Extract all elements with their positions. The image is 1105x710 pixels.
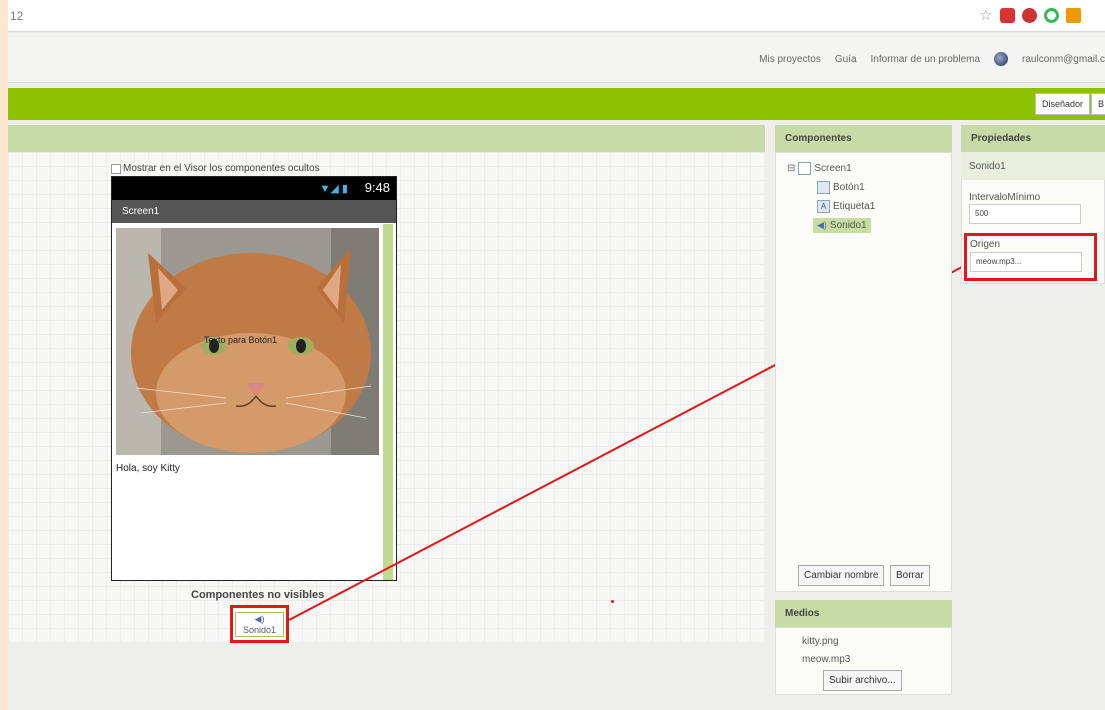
tree-item-screen1[interactable]: ⊟ Screen1 xyxy=(787,162,852,175)
media-file-kitty[interactable]: kitty.png xyxy=(802,636,839,647)
components-header: Componentes xyxy=(775,125,952,152)
screen-icon xyxy=(798,162,812,175)
tree-item-label: Botón1 xyxy=(833,182,865,193)
min-interval-input[interactable]: 500 xyxy=(969,204,1081,224)
button-icon xyxy=(817,181,830,194)
min-interval-label: IntervaloMínimo xyxy=(969,192,1041,203)
speaker-icon: ◀) xyxy=(817,220,827,230)
media-file-meow[interactable]: meow.mp3 xyxy=(802,654,850,665)
collapse-icon[interactable]: ⊟ xyxy=(787,163,795,174)
tree-item-label1[interactable]: A Etiqueta1 xyxy=(817,200,875,213)
tree-item-sound1[interactable]: ◀) Sonido1 xyxy=(813,218,871,233)
rename-button[interactable]: Cambiar nombre xyxy=(798,565,885,586)
app-window: 12 ☆ Mis proyectos Guía Informar de un p… xyxy=(8,0,1105,710)
tree-item-label: Screen1 xyxy=(814,163,852,174)
tree-item-label: Etiqueta1 xyxy=(833,201,876,212)
properties-component-name: Sonido1 xyxy=(961,152,1105,180)
media-header: Medios xyxy=(775,600,952,627)
source-highlight-box xyxy=(964,233,1097,281)
upload-file-button[interactable]: Subir archivo... xyxy=(823,670,902,691)
properties-header: Propiedades xyxy=(961,125,1105,152)
delete-button[interactable]: Borrar xyxy=(890,565,930,586)
tree-item-label: Sonido1 xyxy=(829,220,867,231)
label-icon: A xyxy=(817,200,830,213)
tree-item-button1[interactable]: Botón1 xyxy=(817,181,865,194)
